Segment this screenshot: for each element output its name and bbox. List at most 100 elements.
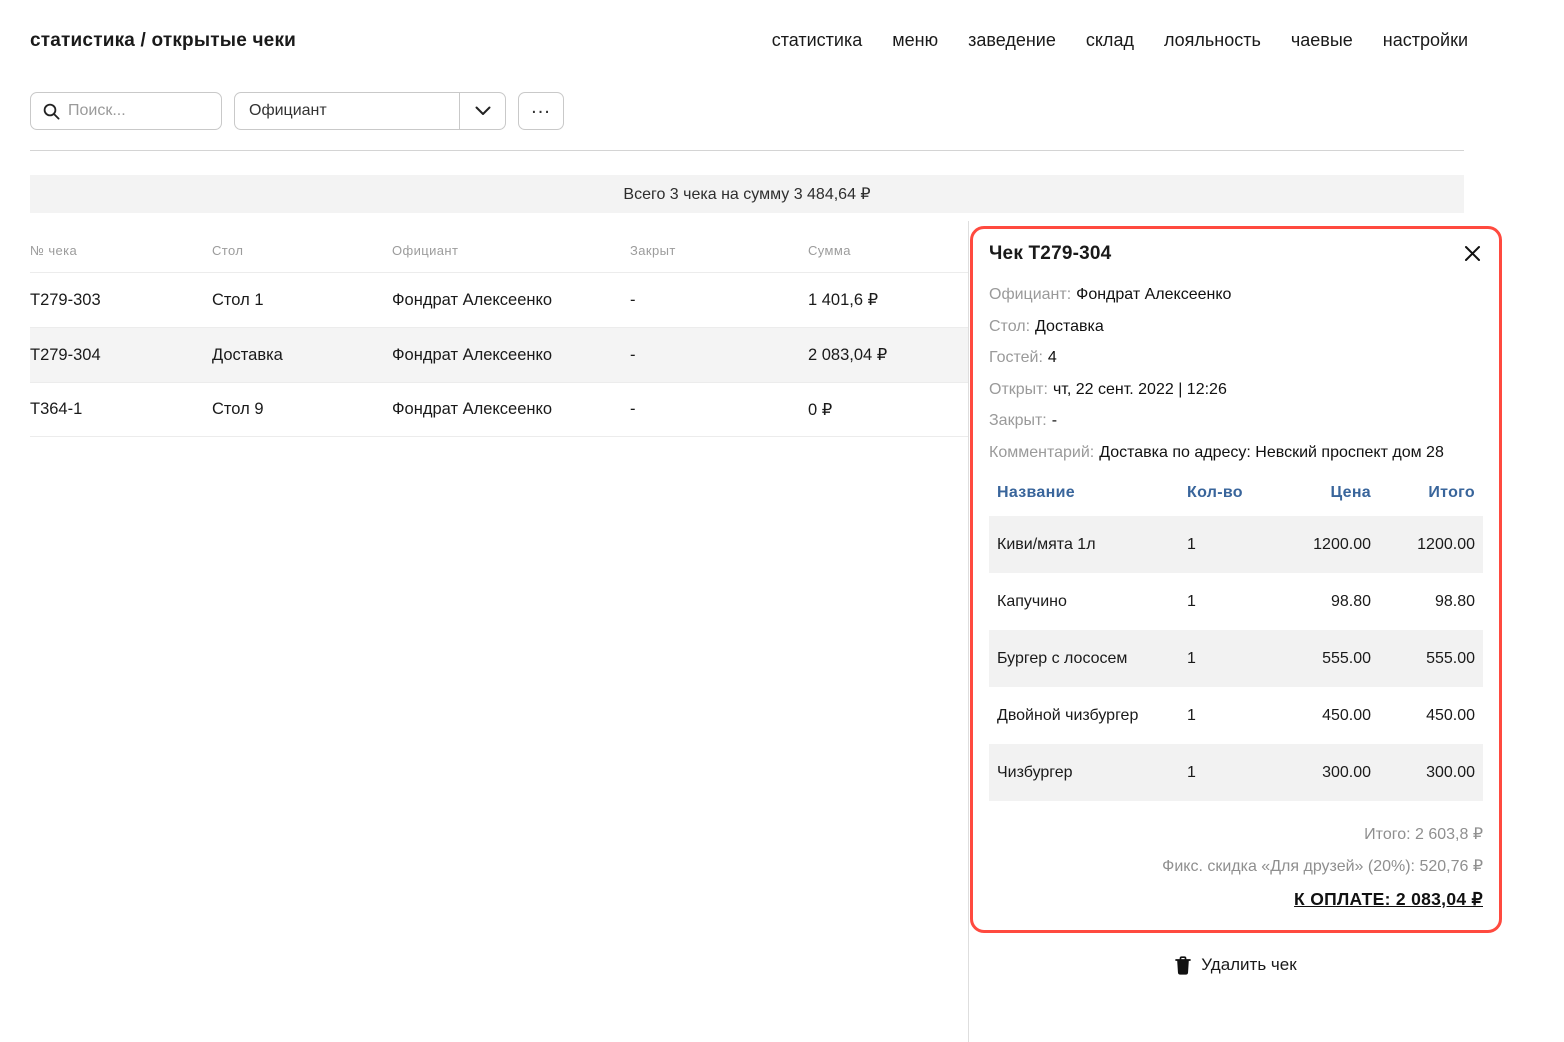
checks-table: № чека Стол Официант Закрыт Сумма T279-3… <box>0 221 968 1042</box>
search-input[interactable] <box>68 102 209 120</box>
field-value: чт, 22 сент. 2022 | 12:26 <box>1053 381 1227 398</box>
check-totals: Итого: 2 603,8 ₽ Фикс. скидка «Для друзе… <box>989 819 1483 910</box>
field-label: Гостей: <box>989 349 1043 366</box>
field-comment: Комментарий: Доставка по адресу: Невский … <box>989 437 1483 469</box>
table-row[interactable]: T279-303 Стол 1 Фондрат Алексеенко - 1 4… <box>30 272 968 327</box>
item-qty: 1 <box>1187 650 1259 668</box>
check-waiter: Фондрат Алексеенко <box>392 400 630 419</box>
check-waiter: Фондрат Алексеенко <box>392 346 630 365</box>
table-row-selected[interactable]: T279-304 Доставка Фондрат Алексеенко - 2… <box>30 327 968 382</box>
field-label: Комментарий: <box>989 444 1094 461</box>
nav-item-statistics[interactable]: статистика <box>772 30 863 51</box>
check-closed: - <box>630 400 808 419</box>
subtotal-text: Итого: 2 603,8 ₽ <box>989 819 1483 851</box>
item-price: 300.00 <box>1259 764 1371 782</box>
check-closed: - <box>630 291 808 310</box>
breadcrumb[interactable]: статистика / открытые чеки <box>30 30 296 52</box>
item-name: Капучино <box>997 593 1187 611</box>
field-label: Официант: <box>989 286 1071 303</box>
col-table: Стол <box>212 243 392 258</box>
waiter-filter-label: Официант <box>235 102 459 120</box>
item-row: Бургер с лососем 1 555.00 555.00 <box>989 630 1483 687</box>
field-opened: Открыт: чт, 22 сент. 2022 | 12:26 <box>989 374 1483 406</box>
check-items-table: Название Кол-во Цена Итого Киви/мята 1л … <box>989 484 1483 801</box>
item-row: Двойной чизбургер 1 450.00 450.00 <box>989 687 1483 744</box>
item-total: 450.00 <box>1371 707 1475 725</box>
toolbar-divider <box>30 150 1464 151</box>
field-waiter: Официант: Фондрат Алексеенко <box>989 279 1483 311</box>
discount-text: Фикс. скидка «Для друзей» (20%): 520,76 … <box>989 851 1483 883</box>
open-checks-page: статистика / открытые чеки статистика ме… <box>0 0 1564 1042</box>
check-id: T279-303 <box>30 291 212 310</box>
close-icon[interactable] <box>1464 245 1481 262</box>
nav-item-settings[interactable]: настройки <box>1383 30 1468 51</box>
more-options-button[interactable]: ... <box>518 92 564 130</box>
check-table: Доставка <box>212 346 392 365</box>
check-id: T279-304 <box>30 346 212 365</box>
item-row: Киви/мята 1л 1 1200.00 1200.00 <box>989 516 1483 573</box>
top-bar: статистика / открытые чеки статистика ме… <box>0 0 1564 52</box>
field-label: Стол: <box>989 318 1030 335</box>
to-pay-text: К ОПЛАТЕ: 2 083,04 ₽ <box>1294 889 1483 910</box>
check-fields: Официант: Фондрат Алексеенко Стол: Доставк… <box>989 279 1483 468</box>
check-waiter: Фондрат Алексеенко <box>392 291 630 310</box>
field-label: Открыт: <box>989 381 1048 398</box>
col-sum: Сумма <box>808 243 968 258</box>
waiter-filter-dropdown[interactable]: Официант <box>234 92 506 130</box>
nav-item-menu[interactable]: меню <box>892 30 938 51</box>
main-nav: статистика меню заведение склад лояльнос… <box>772 30 1468 51</box>
check-sum: 0 ₽ <box>808 400 968 420</box>
items-table-body: Киви/мята 1л 1 1200.00 1200.00 Капучино … <box>989 516 1483 801</box>
nav-item-stock[interactable]: склад <box>1086 30 1134 51</box>
item-price: 98.80 <box>1259 593 1371 611</box>
item-total: 1200.00 <box>1371 536 1475 554</box>
field-label: Закрыт: <box>989 412 1047 429</box>
check-table: Стол 1 <box>212 291 392 310</box>
nav-item-tips[interactable]: чаевые <box>1291 30 1353 51</box>
item-qty: 1 <box>1187 707 1259 725</box>
item-row: Капучино 1 98.80 98.80 <box>989 573 1483 630</box>
item-price: 1200.00 <box>1259 536 1371 554</box>
table-row[interactable]: T364-1 Стол 9 Фондрат Алексеенко - 0 ₽ <box>30 382 968 437</box>
col-item-qty: Кол-во <box>1187 484 1259 502</box>
check-sum: 1 401,6 ₽ <box>808 290 968 310</box>
check-detail-card: Чек T279-304 Официант: Фондрат Алексеенко… <box>970 226 1502 933</box>
item-qty: 1 <box>1187 536 1259 554</box>
search-box[interactable] <box>30 92 222 130</box>
item-total: 300.00 <box>1371 764 1475 782</box>
item-total: 555.00 <box>1371 650 1475 668</box>
col-waiter: Официант <box>392 243 630 258</box>
item-total: 98.80 <box>1371 593 1475 611</box>
item-name: Чизбургер <box>997 764 1187 782</box>
check-sum: 2 083,04 ₽ <box>808 345 968 365</box>
item-qty: 1 <box>1187 764 1259 782</box>
check-id: T364-1 <box>30 400 212 419</box>
more-options-icon: ... <box>531 96 551 119</box>
col-closed: Закрыт <box>630 243 808 258</box>
trash-icon <box>1175 956 1191 975</box>
items-table-header: Название Кол-во Цена Итого <box>989 484 1483 516</box>
field-value: Доставка <box>1035 318 1104 335</box>
nav-item-loyalty[interactable]: лояльность <box>1164 30 1261 51</box>
delete-check-label: Удалить чек <box>1201 955 1296 975</box>
item-name: Киви/мята 1л <box>997 536 1187 554</box>
field-value: Фондрат Алексеенко <box>1076 286 1231 303</box>
check-detail-title: Чек T279-304 <box>989 243 1483 265</box>
check-detail-panel: Чек T279-304 Официант: Фондрат Алексеенко… <box>968 221 1564 1042</box>
nav-item-venue[interactable]: заведение <box>968 30 1056 51</box>
search-icon <box>43 103 60 120</box>
field-guests: Гостей:4 <box>989 342 1483 374</box>
chevron-down-icon[interactable] <box>459 93 505 129</box>
delete-check-button[interactable]: Удалить чек <box>970 955 1502 975</box>
filters-toolbar: Официант ... <box>30 92 1464 130</box>
col-check-number: № чека <box>30 243 212 258</box>
item-price: 450.00 <box>1259 707 1371 725</box>
item-row: Чизбургер 1 300.00 300.00 <box>989 744 1483 801</box>
field-table: Стол: Доставка <box>989 311 1483 343</box>
checks-table-header: № чека Стол Официант Закрыт Сумма <box>30 243 968 272</box>
field-value: Доставка по адресу: Невский проспект дом… <box>1099 444 1444 461</box>
item-price: 555.00 <box>1259 650 1371 668</box>
item-qty: 1 <box>1187 593 1259 611</box>
summary-text: Всего 3 чека на сумму 3 484,64 ₽ <box>623 184 870 204</box>
item-name: Бургер с лососем <box>997 650 1187 668</box>
